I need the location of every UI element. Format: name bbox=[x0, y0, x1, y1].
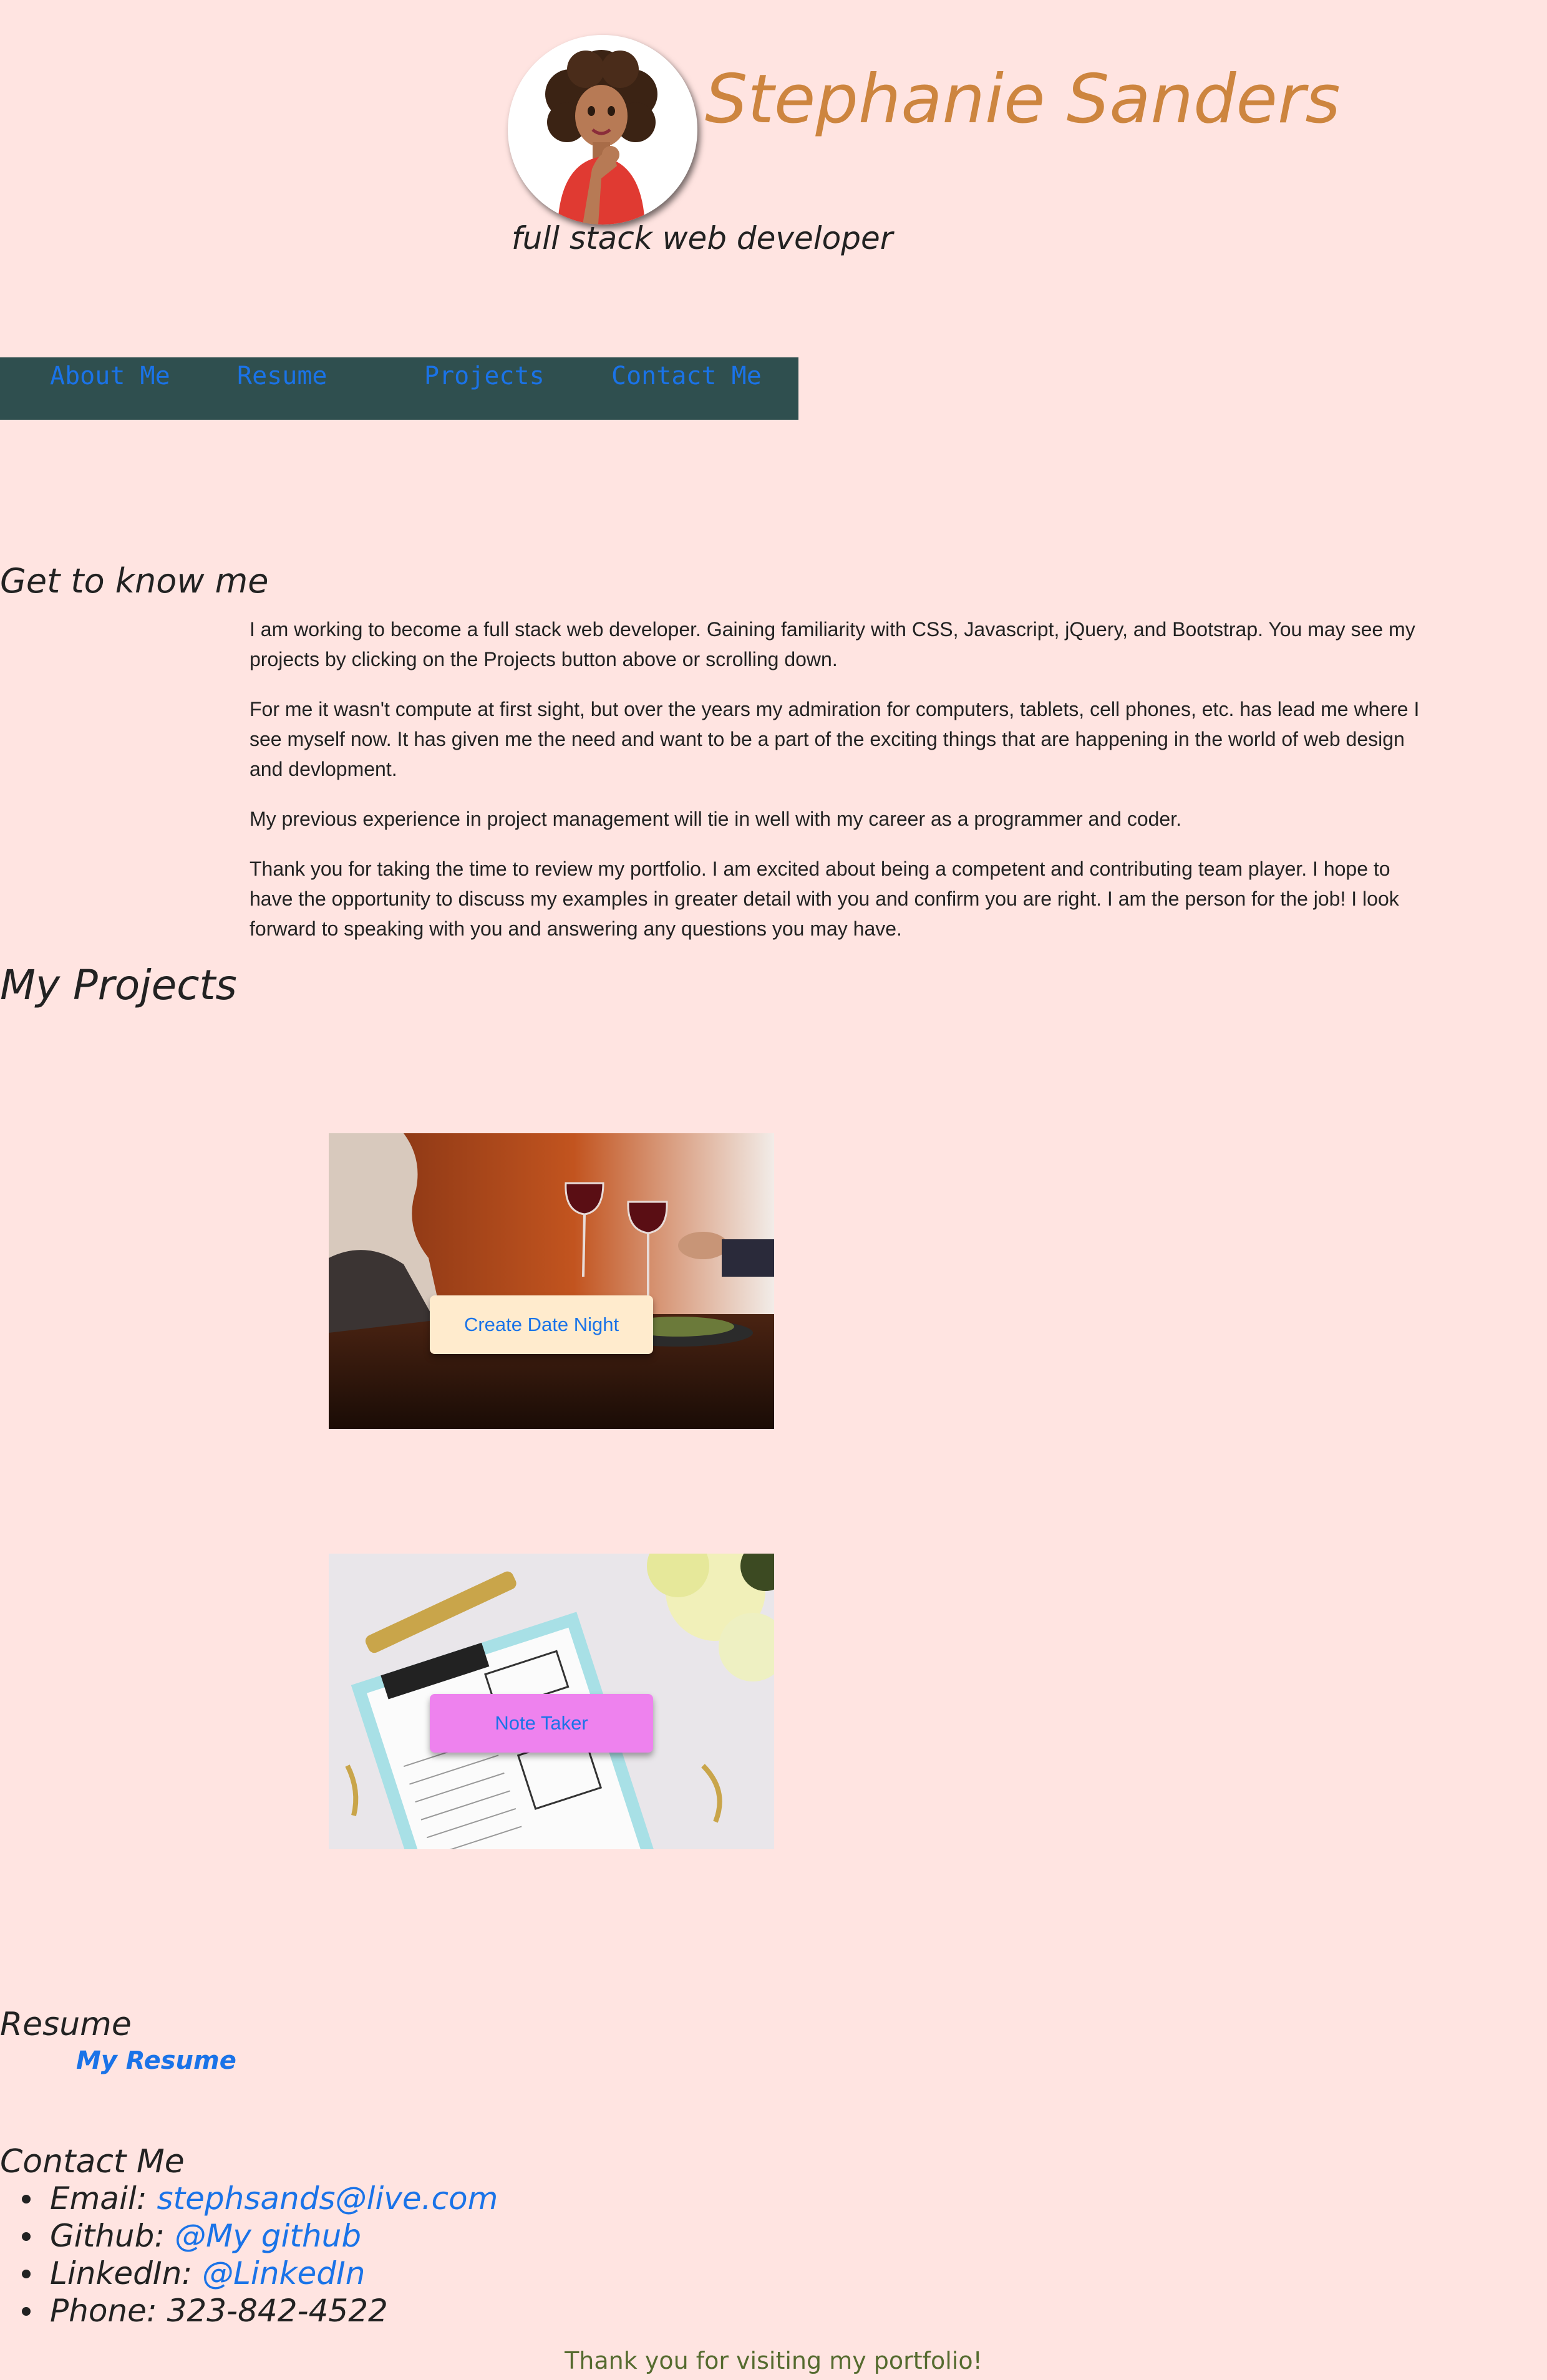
project-card-note-taker: Note Taker bbox=[329, 1554, 774, 1849]
contact-linkedin: LinkedIn: @LinkedIn bbox=[0, 2255, 498, 2292]
resume-heading: Resume bbox=[0, 2006, 132, 2043]
contact-phone-label: Phone: 323-842-4522 bbox=[50, 2293, 388, 2329]
nav-contact-me[interactable]: Contact Me bbox=[611, 357, 762, 395]
contact-heading: Contact Me bbox=[0, 2143, 185, 2180]
about-paragraph: Thank you for taking the time to review … bbox=[250, 858, 1399, 940]
nav-projects[interactable]: Projects bbox=[424, 357, 545, 395]
about-heading: Get to know me bbox=[0, 561, 269, 601]
contact-linkedin-label: LinkedIn: bbox=[50, 2255, 203, 2291]
contact-github-label: Github: bbox=[50, 2218, 175, 2254]
tagline: full stack web developer bbox=[512, 220, 893, 256]
cartoon-woman-avatar-icon bbox=[545, 50, 657, 225]
site-title: Stephanie Sanders bbox=[705, 60, 1341, 138]
projects-heading: My Projects bbox=[0, 961, 237, 1009]
about-paragraph: My previous experience in project manage… bbox=[250, 808, 1181, 830]
avatar bbox=[508, 35, 697, 225]
wine-glasses-photo bbox=[329, 1133, 774, 1429]
contact-email: Email: stephsands@live.com bbox=[0, 2180, 498, 2217]
contact-email-label: Email: bbox=[50, 2180, 157, 2217]
navbar: About Me Resume Projects Contact Me bbox=[0, 357, 798, 420]
nav-about-me[interactable]: About Me bbox=[50, 357, 170, 395]
linkedin-link[interactable]: @LinkedIn bbox=[202, 2255, 365, 2291]
contact-phone: Phone: 323-842-4522 bbox=[0, 2292, 498, 2329]
note-taker-button[interactable]: Note Taker bbox=[430, 1694, 653, 1753]
contact-github: Github: @My github bbox=[0, 2217, 498, 2255]
nav-resume[interactable]: Resume bbox=[237, 357, 327, 395]
github-link[interactable]: @My github bbox=[175, 2218, 361, 2254]
footer-message: Thank you for visiting my portfolio! bbox=[565, 2347, 982, 2374]
contact-list: Email: stephsands@live.com Github: @My g… bbox=[0, 2180, 498, 2329]
project-card-date-night: Create Date Night bbox=[329, 1133, 774, 1429]
my-resume-link[interactable]: My Resume bbox=[76, 2046, 236, 2076]
about-paragraph: For me it wasn't compute at first sight,… bbox=[250, 698, 1420, 780]
about-paragraph: I am working to become a full stack web … bbox=[250, 618, 1415, 670]
about-text: I am working to become a full stack web … bbox=[250, 614, 1428, 964]
create-date-night-button[interactable]: Create Date Night bbox=[430, 1295, 653, 1354]
email-link[interactable]: stephsands@live.com bbox=[157, 2180, 498, 2217]
